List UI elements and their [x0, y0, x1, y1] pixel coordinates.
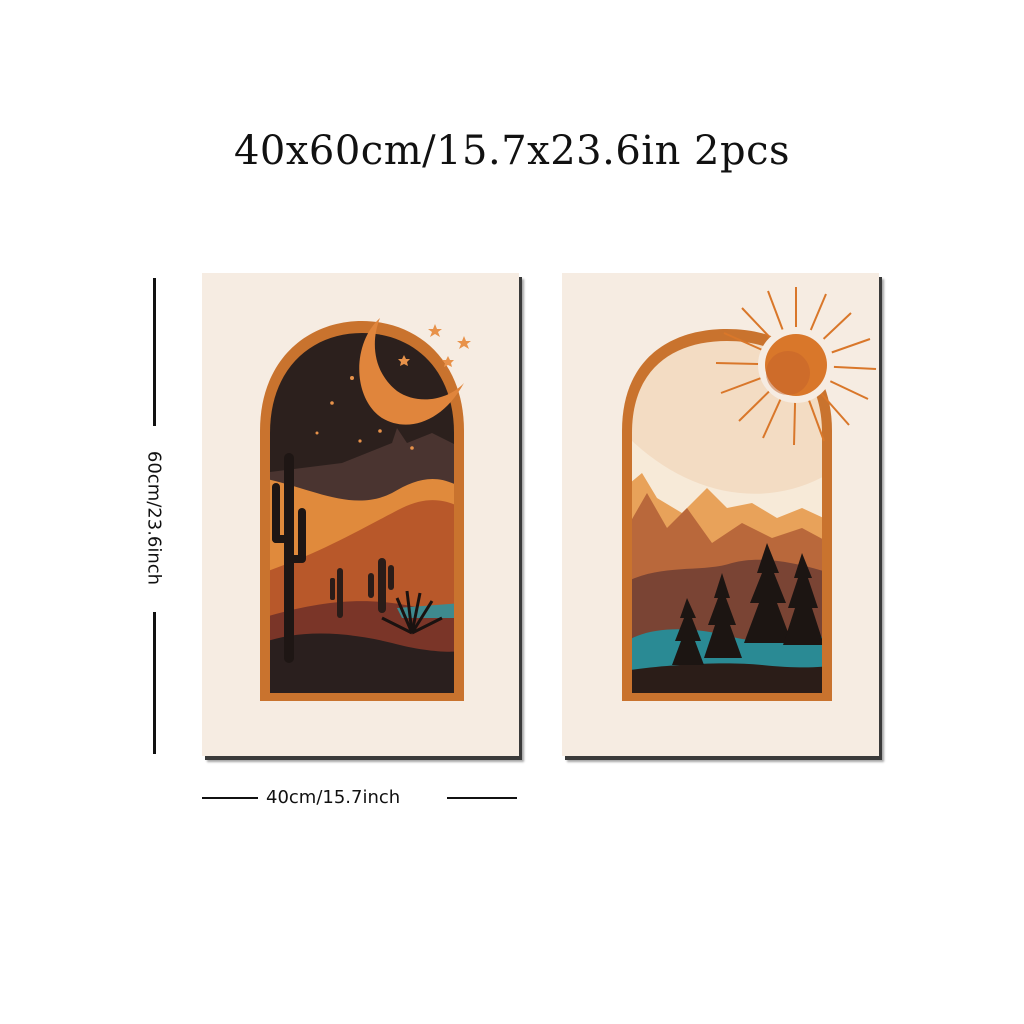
product-size-title: 40x60cm/15.7x23.6in 2pcs	[233, 128, 791, 174]
mountain-sun-poster	[562, 273, 879, 756]
width-dimension-label: 40cm/15.7inch	[266, 787, 401, 808]
height-dimension-label: 60cm/23.6inch	[143, 450, 165, 586]
height-dimension-line-bottom	[153, 612, 156, 754]
desert-night-poster	[202, 273, 519, 756]
width-dimension-line-right	[447, 797, 517, 799]
desert-night-artwork	[260, 318, 471, 701]
width-dimension-line-left	[202, 797, 258, 799]
height-dimension-line-top	[153, 278, 156, 426]
mountain-sun-artwork	[622, 287, 877, 701]
sun-disc-shade	[766, 351, 810, 395]
